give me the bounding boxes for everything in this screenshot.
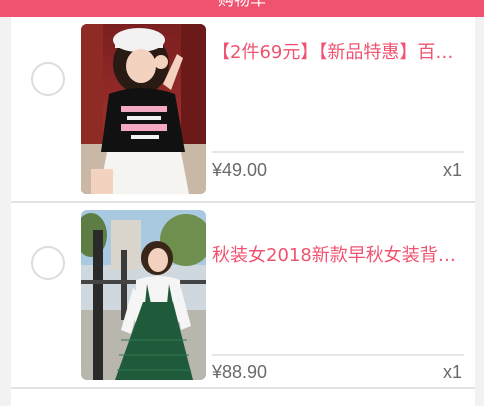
- cart-header: 购物车: [0, 0, 484, 17]
- page-title: 购物车: [218, 0, 266, 8]
- product-title[interactable]: 秋装女2018新款早秋女装背带连衣裙套装: [212, 244, 464, 268]
- select-item-radio[interactable]: [31, 246, 65, 280]
- product-quantity: x1: [442, 362, 462, 382]
- product-quantity: x1: [442, 160, 462, 180]
- cart-item: 【2件69元】【新品特惠】百搭宽松短袖T恤女 ¥49.00 x1: [11, 17, 475, 201]
- divider: [212, 354, 464, 356]
- cart-item-list: 【2件69元】【新品特惠】百搭宽松短袖T恤女 ¥49.00 x1: [11, 17, 475, 406]
- product-title[interactable]: 【2件69元】【新品特惠】百搭宽松短袖T恤女: [212, 41, 464, 65]
- product-photo-green-overall-dress: [81, 210, 206, 380]
- divider: [212, 151, 464, 153]
- item-divider: [11, 387, 475, 389]
- select-item-radio[interactable]: [31, 62, 65, 96]
- cart-item: 秋装女2018新款早秋女装背带连衣裙套装 ¥88.90 x1: [11, 203, 475, 387]
- product-image[interactable]: [81, 210, 206, 380]
- product-price: ¥49.00: [212, 160, 268, 180]
- product-price: ¥88.90: [212, 362, 268, 382]
- product-image[interactable]: [81, 24, 206, 194]
- product-photo-black-tshirt: [81, 24, 206, 194]
